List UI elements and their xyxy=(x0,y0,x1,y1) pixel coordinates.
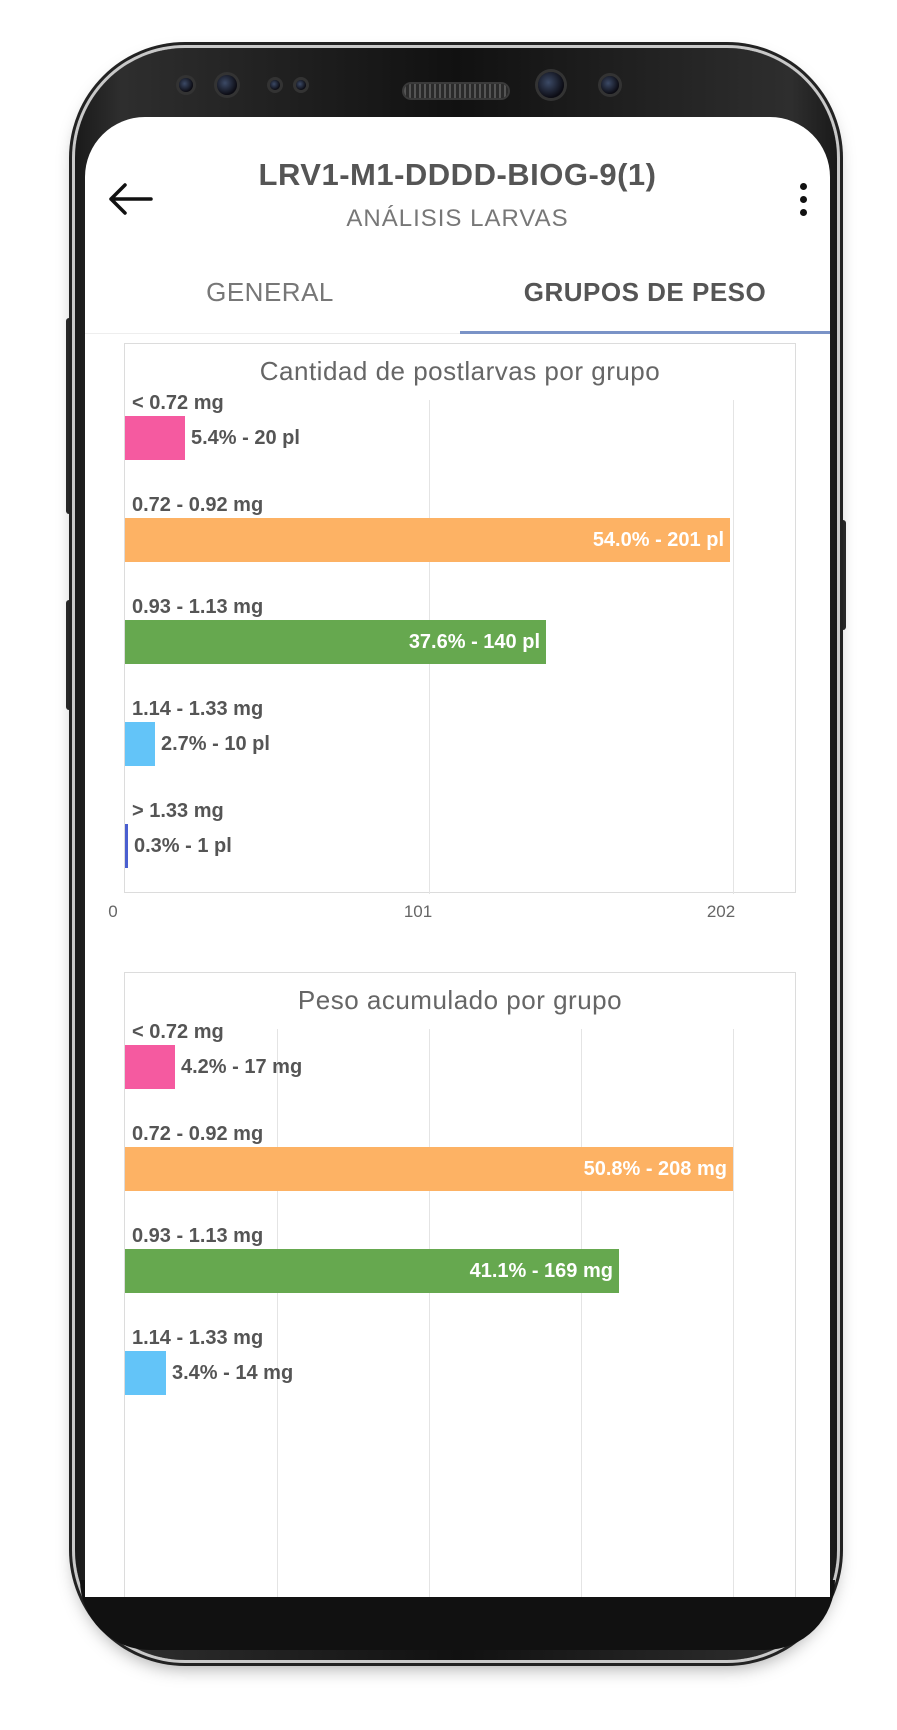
tab-grupos-de-peso[interactable]: GRUPOS DE PESO xyxy=(460,265,830,319)
gridline xyxy=(429,1029,430,1597)
sensor-dot-icon xyxy=(270,80,280,90)
data-label: 37.6% - 140 pl xyxy=(408,631,540,653)
gridline xyxy=(277,1029,278,1597)
gridline xyxy=(733,1029,734,1597)
camera-lens-icon xyxy=(538,72,564,98)
data-label: 2.7% - 10 pl xyxy=(161,733,270,755)
chart-cantidad-postlarvas: Cantidad de postlarvas por grupo < 0.72 … xyxy=(124,343,796,894)
bar xyxy=(125,1045,175,1089)
tab-general[interactable]: GENERAL xyxy=(85,265,455,319)
more-vertical-icon xyxy=(798,183,808,216)
chart-peso-acumulado: Peso acumulado por grupo < 0.72 mg 4.2% -… xyxy=(124,972,796,1597)
category-label: 0.93 - 1.13 mg xyxy=(132,596,264,618)
category-label: 1.14 - 1.33 mg xyxy=(132,1327,264,1349)
gridline xyxy=(581,1029,582,1597)
more-options-button[interactable] xyxy=(798,183,808,223)
data-label: 50.8% - 208 mg xyxy=(583,1158,727,1180)
data-label: 0.3% - 1 pl xyxy=(134,835,232,857)
category-label: 1.14 - 1.33 mg xyxy=(132,698,264,720)
tab-bar: GENERAL GRUPOS DE PESO xyxy=(85,265,830,319)
bar xyxy=(125,722,155,766)
front-camera-icon xyxy=(179,78,193,92)
bar xyxy=(125,1351,166,1395)
data-label: 3.4% - 14 mg xyxy=(172,1362,294,1384)
tab-divider xyxy=(85,333,460,334)
category-label: > 1.33 mg xyxy=(132,800,224,822)
active-tab-indicator xyxy=(460,331,830,334)
power-button xyxy=(836,520,846,630)
proximity-sensor-icon xyxy=(601,76,619,94)
category-label: 0.72 - 0.92 mg xyxy=(132,1123,264,1145)
chart-title: Peso acumulado por grupo xyxy=(297,985,623,1015)
data-label: 41.1% - 169 mg xyxy=(469,1260,613,1282)
sensor-dot-icon xyxy=(296,80,306,90)
axis-tick-label: 202 xyxy=(706,902,736,921)
category-label: < 0.72 mg xyxy=(132,392,224,414)
data-label: 54.0% - 201 pl xyxy=(592,529,724,551)
axis-tick-label: 101 xyxy=(403,902,433,921)
sensor-icon xyxy=(217,75,237,95)
axis-tick-label: 0 xyxy=(108,902,118,921)
category-label: < 0.72 mg xyxy=(132,1021,224,1043)
data-label: 4.2% - 17 mg xyxy=(181,1056,303,1078)
app-screen: LRV1-M1-DDDD-BIOG-9(1) ANÁLISIS LARVAS G… xyxy=(85,117,830,1597)
gridline xyxy=(733,400,734,894)
data-label: 5.4% - 20 pl xyxy=(191,427,300,449)
chart-title: Cantidad de postlarvas por grupo xyxy=(259,356,661,386)
category-label: 0.93 - 1.13 mg xyxy=(132,1225,264,1247)
bar xyxy=(125,416,185,460)
page-subtitle: ANÁLISIS LARVAS xyxy=(346,205,569,232)
earpiece-speaker xyxy=(404,84,508,98)
page-title: LRV1-M1-DDDD-BIOG-9(1) xyxy=(258,157,657,192)
category-label: 0.72 - 0.92 mg xyxy=(132,494,264,516)
bar xyxy=(125,824,128,868)
